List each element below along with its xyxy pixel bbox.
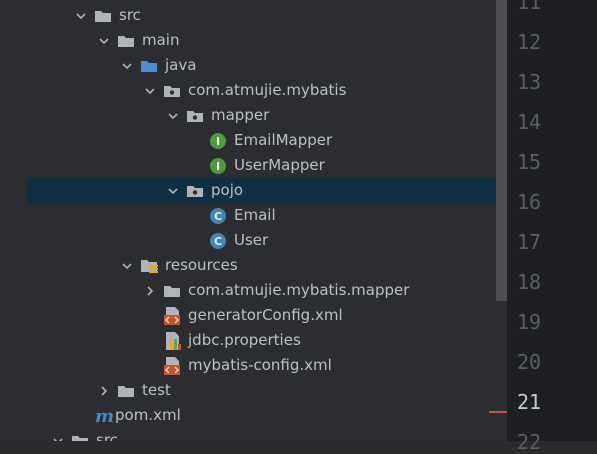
tree-row[interactable]: mybatis-config.xml: [27, 353, 507, 378]
source-folder-icon: [140, 53, 158, 78]
tree-row[interactable]: mapper: [27, 103, 507, 128]
chevron-right-icon[interactable]: [144, 278, 156, 303]
tree-item-label: main: [142, 31, 180, 49]
line-number: 12: [517, 30, 542, 54]
tree-item-label: UserMapper: [234, 156, 325, 174]
line-number: 15: [517, 150, 542, 174]
chevron-down-icon[interactable]: [144, 78, 156, 103]
tree-item-label: pojo: [211, 181, 244, 199]
line-number: 13: [517, 70, 542, 94]
tree-row[interactable]: com.atmujie.mybatis: [27, 78, 507, 103]
line-number: 17: [517, 230, 542, 254]
package-icon: [186, 103, 204, 128]
tree-item-label: pom.xml: [115, 406, 181, 424]
chevron-down-icon[interactable]: [98, 28, 110, 53]
tree-item-label: java: [165, 56, 197, 74]
package-icon: [186, 178, 204, 203]
tree-row[interactable]: main: [27, 28, 507, 53]
folder-icon: [71, 428, 89, 441]
line-number: 19: [517, 310, 542, 334]
tree-item-label: com.atmujie.mybatis: [188, 81, 347, 99]
class-icon: C: [209, 228, 227, 253]
tree-item-label: com.atmujie.mybatis.mapper: [188, 281, 410, 299]
package-icon: [163, 78, 181, 103]
tree-row[interactable]: src: [27, 3, 507, 28]
chevron-right-icon[interactable]: [98, 378, 110, 403]
tree-row[interactable]: jdbc.properties: [27, 328, 507, 353]
tree-item-label: User: [234, 231, 269, 249]
tree-item-label: src: [119, 6, 141, 24]
line-number: 20: [517, 350, 542, 374]
tree-row[interactable]: C User: [27, 228, 507, 253]
svg-text:C: C: [214, 210, 222, 223]
chevron-down-icon[interactable]: [75, 3, 87, 28]
tree-row[interactable]: m pom.xml: [27, 403, 507, 428]
project-tree: src main java com.atmujie.mybatis mapper I Ema…: [27, 0, 507, 441]
chevron-down-icon[interactable]: [121, 253, 133, 278]
tree-item-label: resources: [165, 256, 238, 274]
interface-icon: I: [209, 128, 227, 153]
tree-row[interactable]: pojo: [27, 178, 507, 203]
tree-row[interactable]: java: [27, 53, 507, 78]
line-number: 18: [517, 270, 542, 294]
svg-text:I: I: [216, 135, 220, 148]
tree-row[interactable]: generatorConfig.xml: [27, 303, 507, 328]
tree-row[interactable]: src: [27, 428, 507, 441]
line-number: 11: [517, 0, 542, 14]
interface-icon: I: [209, 153, 227, 178]
class-icon: C: [209, 203, 227, 228]
line-number: 22: [517, 430, 542, 454]
tree-row[interactable]: resources: [27, 253, 507, 278]
tree-item-label: test: [142, 381, 171, 399]
tree-item-label: jdbc.properties: [188, 331, 301, 349]
tree-item-label: generatorConfig.xml: [188, 306, 343, 324]
line-number: 16: [517, 190, 542, 214]
line-number: 14: [517, 110, 542, 134]
chevron-down-icon[interactable]: [52, 428, 64, 441]
tree-item-label: EmailMapper: [234, 131, 333, 149]
chevron-down-icon[interactable]: [167, 103, 179, 128]
tree-row[interactable]: com.atmujie.mybatis.mapper: [27, 278, 507, 303]
tree-item-label: src: [96, 431, 118, 441]
maven-icon: m: [94, 403, 114, 428]
resources-folder-icon: [140, 253, 160, 278]
line-number-gutter: 11 12 13 14 15 16 17 18 19 20 21 22: [507, 0, 597, 454]
error-marker: [489, 411, 507, 413]
tree-row[interactable]: test: [27, 378, 507, 403]
tree-row[interactable]: C Email: [27, 203, 507, 228]
folder-icon: [117, 378, 135, 403]
line-number: 21: [517, 390, 542, 414]
chevron-down-icon[interactable]: [121, 53, 133, 78]
xml-file-icon: [163, 353, 183, 378]
folder-icon: [94, 3, 112, 28]
svg-text:C: C: [214, 235, 222, 248]
folder-icon: [117, 28, 135, 53]
tree-item-label: Email: [234, 206, 276, 224]
svg-text:I: I: [216, 160, 220, 173]
tree-item-label: mapper: [211, 106, 270, 124]
tree-row[interactable]: I UserMapper: [27, 153, 507, 178]
folder-icon: [163, 278, 181, 303]
properties-file-icon: [163, 328, 183, 353]
left-tool-strip: [0, 0, 27, 441]
tree-item-label: mybatis-config.xml: [188, 356, 332, 374]
svg-text:m: m: [95, 407, 114, 425]
chevron-down-icon[interactable]: [167, 178, 179, 203]
tree-row[interactable]: I EmailMapper: [27, 128, 507, 153]
tree-scrollbar[interactable]: [496, 0, 507, 301]
xml-file-icon: [163, 303, 183, 328]
